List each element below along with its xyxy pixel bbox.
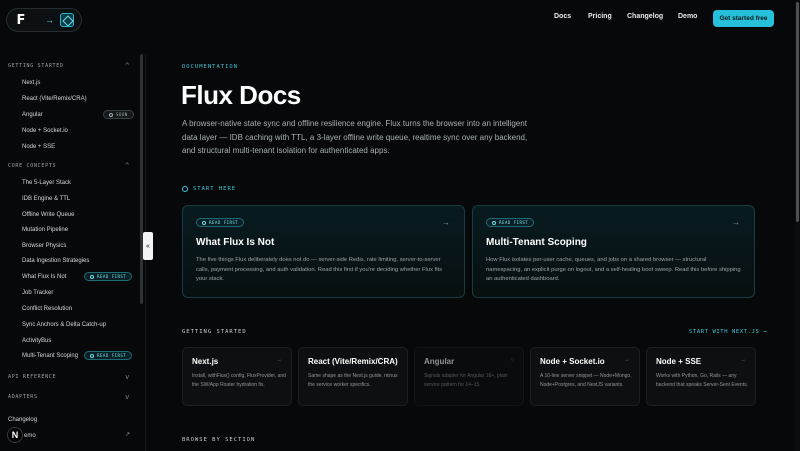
guide-card-angular[interactable]: Angular ○ Signals adapter for Angular 16… <box>414 347 524 406</box>
sidebar-item-5-layer-stack[interactable]: The 5-Layer Stack <box>22 180 71 186</box>
badge-label: READ FIRST <box>209 220 239 225</box>
sidebar-item-activitybus[interactable]: ActivityBus <box>22 338 51 344</box>
read-first-badge: READ FIRST <box>84 272 133 281</box>
get-started-button[interactable]: Get started free <box>713 10 774 27</box>
guide-card-react[interactable]: React (Vite/Remix/CRA) → Same shape as t… <box>298 347 408 406</box>
card-title: What Flux Is Not <box>196 237 275 248</box>
sidebar-item-job-tracker[interactable]: Job Tracker <box>22 290 53 296</box>
arrow-right-icon: → <box>442 218 450 227</box>
sidebar-item-sync-anchors[interactable]: Sync Anchors & Delta Catch-up <box>22 322 106 328</box>
guide-card-nextjs[interactable]: Next.js → Install, withFlux() config, Fl… <box>182 347 292 406</box>
guide-card-description: Install, withFlux() config, FluxProvider… <box>192 373 286 388</box>
section-getting-started[interactable]: GETTING STARTED ^ <box>8 62 130 70</box>
guide-card-title: Next.js <box>192 357 219 366</box>
guide-card-node-sse[interactable]: Node + SSE → Works with Python, Go, Rail… <box>646 347 756 406</box>
soon-badge: SOON <box>103 110 134 119</box>
start-with-nextjs-link[interactable]: START WITH NEXT.JS → <box>689 329 767 335</box>
sidebar-item-idb-engine[interactable]: IDB Engine & TTL <box>22 196 70 202</box>
chevron-up-icon: ^ <box>125 62 130 70</box>
read-first-badge: READ FIRST <box>84 351 133 360</box>
sidebar-item-browser-physics[interactable]: Browser Physics <box>22 243 66 249</box>
section-label: API REFERENCE <box>8 374 57 380</box>
card-description: The five things Flux deliberately does n… <box>196 257 442 282</box>
logo-switcher[interactable]: F → <box>6 8 82 32</box>
ring-icon <box>90 353 94 358</box>
cube-icon <box>60 13 74 27</box>
sidebar-item-what-flux-is-not[interactable]: What Flux Is Not <box>22 274 66 280</box>
nav-pricing[interactable]: Pricing <box>588 13 612 20</box>
chevron-down-icon: v <box>125 393 130 401</box>
arrow-right-icon: → <box>624 357 630 363</box>
page-scrollbar-thumb[interactable] <box>796 2 799 222</box>
top-nav: F → Docs Pricing Changelog Demo Get star… <box>0 0 800 38</box>
nav-changelog[interactable]: Changelog <box>627 13 663 20</box>
section-label: CORE CONCEPTS <box>8 163 57 169</box>
section-adapters[interactable]: ADAPTERS v <box>8 393 130 401</box>
ring-icon <box>182 186 188 192</box>
nav-demo[interactable]: Demo <box>678 13 697 20</box>
guide-card-description: Signals adapter for Angular 16+, plain s… <box>424 373 508 388</box>
guide-card-title: React (Vite/Remix/CRA) <box>308 357 398 366</box>
card-title: Multi-Tenant Scoping <box>486 237 587 248</box>
chevron-down-icon: v <box>125 373 130 381</box>
chevron-up-icon: ^ <box>125 162 130 170</box>
sidebar-item-offline-write-queue[interactable]: Offline Write Queue <box>22 212 74 218</box>
external-link-icon: ↗ <box>125 432 131 438</box>
flux-logo-icon: F <box>16 12 26 28</box>
section-core-concepts[interactable]: CORE CONCEPTS ^ <box>8 162 130 170</box>
guide-card-title: Angular <box>424 357 455 366</box>
card-description: How Flux isolates per-user cache, queues… <box>486 257 741 282</box>
arrow-right-icon: → <box>392 357 398 363</box>
sidebar-item-data-ingestion[interactable]: Data Ingestion Strategies <box>22 258 89 264</box>
sidebar-link-demo[interactable]: emo <box>24 433 36 439</box>
sidebar-item-react[interactable]: React (Vite/Remix/CRA) <box>22 96 87 102</box>
section-label: ADAPTERS <box>8 394 38 400</box>
getting-started-heading: GETTING STARTED <box>182 329 247 335</box>
ring-icon <box>202 220 206 225</box>
sidebar-item-conflict-resolution[interactable]: Conflict Resolution <box>22 306 72 312</box>
avatar[interactable]: N <box>7 427 23 443</box>
sidebar-scrollbar[interactable] <box>140 54 143 304</box>
guide-card-title: Node + Socket.io <box>540 357 605 366</box>
badge-label: READ FIRST <box>499 220 529 225</box>
sidebar-item-nextjs[interactable]: Next.js <box>22 80 40 86</box>
card-what-flux-is-not[interactable]: READ FIRST → What Flux Is Not The five t… <box>182 205 465 298</box>
sidebar-item-angular[interactable]: Angular <box>22 112 43 118</box>
section-label: GETTING STARTED <box>8 63 64 69</box>
sidebar-item-mutation-pipeline[interactable]: Mutation Pipeline <box>22 227 68 233</box>
guide-card-node-socketio[interactable]: Node + Socket.io → A 10-line server snip… <box>530 347 640 406</box>
ring-icon <box>492 220 496 225</box>
arrow-right-icon: → <box>740 357 746 363</box>
badge-label: READ FIRST <box>97 353 127 358</box>
guide-card-description: Same shape as the Next.js guide, minus t… <box>308 373 398 388</box>
nav-docs[interactable]: Docs <box>554 13 571 20</box>
page-description: A browser-native state sync and offline … <box>182 119 528 155</box>
guide-card-description: Works with Python, Go, Rails — any backe… <box>656 373 748 388</box>
clock-icon <box>109 112 113 117</box>
guide-card-description: A 10-line server snippet — Node+Mongo, N… <box>540 373 632 388</box>
sidebar-item-node-socketio[interactable]: Node + Socket.io <box>22 128 68 134</box>
card-multi-tenant-scoping[interactable]: READ FIRST → Multi-Tenant Scoping How Fl… <box>472 205 755 298</box>
sidebar-link-changelog[interactable]: Changelog <box>8 417 37 423</box>
read-first-badge: READ FIRST <box>486 218 535 227</box>
start-here-heading: START HERE <box>182 186 236 192</box>
arrow-right-icon: → <box>732 218 740 227</box>
start-here-label: START HERE <box>193 186 237 192</box>
eyebrow-label: DOCUMENTATION <box>182 64 239 70</box>
section-api-reference[interactable]: API REFERENCE v <box>8 373 130 381</box>
soon-badge-label: SOON <box>116 112 128 117</box>
clock-icon: ○ <box>510 357 514 363</box>
sidebar-item-multi-tenant[interactable]: Multi-Tenant Scoping <box>22 353 78 359</box>
guide-card-title: Node + SSE <box>656 357 702 366</box>
badge-label: READ FIRST <box>97 274 127 279</box>
arrow-right-icon: → <box>45 15 54 25</box>
browse-by-section-heading: BROWSE BY SECTION <box>182 437 256 443</box>
arrow-right-icon: → <box>276 357 282 363</box>
ring-icon <box>90 274 94 279</box>
page-title: Flux Docs <box>181 80 301 110</box>
collapse-sidebar-button[interactable]: « <box>143 232 153 260</box>
read-first-badge: READ FIRST <box>196 218 245 227</box>
sidebar-item-node-sse[interactable]: Node + SSE <box>22 144 55 150</box>
